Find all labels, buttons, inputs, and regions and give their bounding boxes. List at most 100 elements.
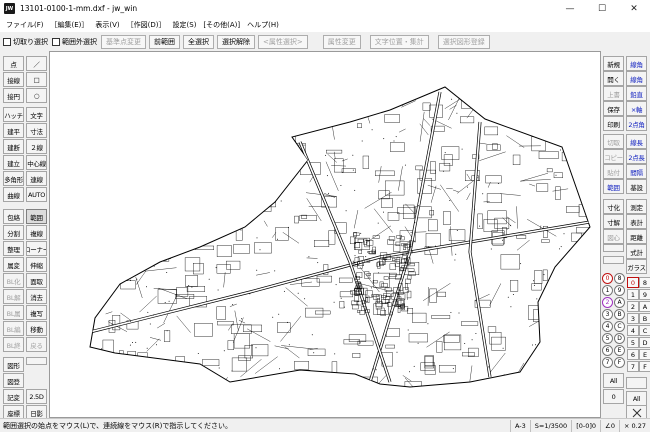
line-angle-2-button[interactable]: 線角 [626,71,647,86]
tool-2-5d[interactable]: 2.5D [26,389,47,404]
tool-plan[interactable]: 建平 [3,123,24,138]
group-all-button[interactable]: All [603,373,624,388]
angle-field[interactable]: ∠0 [600,419,619,432]
attr-select-button[interactable]: <属性選択> [258,34,308,49]
interval-button[interactable]: 間隔 [626,164,647,179]
group-6-circle[interactable]: 6 [602,345,613,356]
tool-continuous-line[interactable]: 連線 [26,171,47,186]
line-length-button[interactable]: 線長 [626,134,647,149]
close-button[interactable]: ✕ [618,0,650,17]
tool-block-end[interactable]: BL終 [3,337,24,352]
range-button[interactable]: 範囲 [603,179,624,194]
group-e-circle[interactable]: E [614,345,625,356]
dim-convert-button[interactable]: 寸化 [603,199,624,214]
group-2-circle[interactable]: 2 [602,297,613,308]
measure-button[interactable]: 測定 [626,199,647,214]
two-point-length-button[interactable]: 2点長 [626,149,647,164]
group-1-circle[interactable]: 1 [602,285,613,296]
tool-hatch[interactable]: ハッチ [3,107,24,122]
layer-7-button[interactable]: 7 [627,361,639,372]
attr-change-button[interactable]: 属性変更 [322,34,361,49]
drawing-canvas[interactable] [49,51,601,418]
layer-0-button[interactable]: 0 [627,277,639,288]
menu-other[interactable]: [その他(A)] [200,20,243,30]
tool-cleanup[interactable]: 整理 [3,241,24,256]
layer-c-button[interactable]: C [639,325,650,336]
group-a-circle[interactable]: A [614,297,625,308]
file-new-button[interactable]: 新規 [603,56,624,71]
group-0-circle[interactable]: 0 [602,273,613,284]
tool-circle[interactable]: ○ [26,88,47,103]
tool-text[interactable]: 文字 [26,107,47,122]
tool-attr-change[interactable]: 属変 [3,257,24,272]
out-range-select-checkbox[interactable]: 範囲外選択 [52,37,97,47]
tool-line[interactable]: ／ [26,56,47,71]
tool-envelope[interactable]: 包絡 [3,209,24,224]
file-open-button[interactable]: 開く [603,71,624,86]
layer-b-button[interactable]: B [639,313,650,324]
tool-rect[interactable]: □ [26,72,47,87]
vertical-button[interactable]: 鉛直 [626,86,647,101]
layer-a-button[interactable]: A [639,301,650,312]
group-8-circle[interactable]: 8 [614,273,625,284]
group-f-circle[interactable]: F [614,357,625,368]
tool-range[interactable]: 範囲 [26,209,47,224]
tool-auto[interactable]: AUTO [26,187,47,202]
layer-9-button[interactable]: 9 [639,289,650,300]
two-point-angle-button[interactable]: 2点角 [626,116,647,131]
tool-elevation[interactable]: 建立 [3,155,24,170]
menu-edit[interactable]: ［編集(E)］ [48,20,92,30]
overwrite-button[interactable]: 上書 [603,86,624,101]
text-pos-button[interactable]: 文字位置・集計 [369,34,429,49]
scale-field[interactable]: S=1/3500 [529,419,571,432]
tool-undo[interactable]: 戻る [26,337,47,352]
layer-all-blank[interactable] [626,377,647,389]
menu-settings[interactable]: 設定(S) [170,20,200,30]
minimize-button[interactable]: — [554,0,586,17]
tool-divide[interactable]: 分割 [3,225,24,240]
zoom-field[interactable]: × 0.27 [619,419,650,432]
print-button[interactable]: 印刷 [603,116,624,131]
tool-text-change[interactable]: 記変 [3,389,24,404]
layer-8-button[interactable]: 8 [639,277,650,288]
register-shape-button[interactable]: 選択図形登録 [437,34,490,49]
tool-blank-1[interactable] [26,357,47,365]
formula-calc-button[interactable]: 式計 [626,244,647,259]
tool-double-line[interactable]: ２線 [26,139,47,154]
tool-dimension[interactable]: 寸法 [26,123,47,138]
menu-draw[interactable]: ［作図(D)］ [124,20,169,30]
tool-shape[interactable]: 図形 [3,357,24,372]
dim-break-button[interactable]: 寸解 [603,214,624,229]
blank-button-1[interactable] [603,244,624,252]
tool-copy[interactable]: 複写 [26,305,47,320]
layer-6-button[interactable]: 6 [627,349,639,360]
copy-button[interactable]: コピー [603,149,624,164]
tool-point[interactable]: 点 [3,56,24,71]
layer-5-button[interactable]: 5 [627,337,639,348]
table-calc-button[interactable]: 表計 [626,214,647,229]
tool-move[interactable]: 移動 [26,321,47,336]
tool-block-break[interactable]: BL解 [3,289,24,304]
layer-1-button[interactable]: 1 [627,289,639,300]
layer-f-button[interactable]: F [639,361,650,372]
layer-4-button[interactable]: 4 [627,325,639,336]
save-button[interactable]: 保存 [603,101,624,116]
tool-block-edit[interactable]: BL編 [3,321,24,336]
tool-block-make[interactable]: BL化 [3,273,24,288]
layer-2-button[interactable]: 2 [627,301,639,312]
prev-range-button[interactable]: 前範囲 [149,34,180,49]
tool-polygon[interactable]: 多角形 [3,171,24,186]
tool-corner[interactable]: コーナー [26,241,47,256]
line-angle-button[interactable]: 線角 [626,56,647,71]
cut-button[interactable]: 切取 [603,134,624,149]
layer-all-button[interactable]: All [626,391,647,406]
group-5-circle[interactable]: 5 [602,333,613,344]
blank-button-2[interactable] [603,256,624,264]
select-all-button[interactable]: 全選択 [183,34,214,49]
tool-erase[interactable]: 消去 [26,289,47,304]
distance-button[interactable]: 距離 [626,229,647,244]
deselect-button[interactable]: 選択解除 [217,34,255,49]
paste-button[interactable]: 貼付 [603,164,624,179]
layer-e-button[interactable]: E [639,349,650,360]
menu-help[interactable]: ヘルプ(H) [244,20,282,30]
